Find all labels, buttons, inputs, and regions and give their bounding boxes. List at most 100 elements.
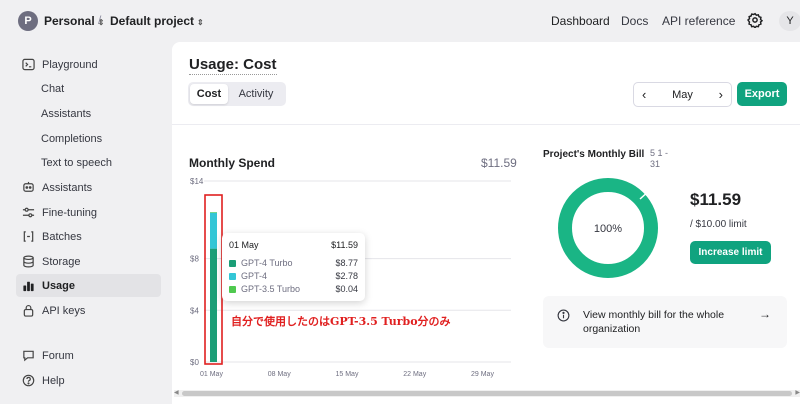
sidebar-item-completions[interactable]: Completions [16,127,161,150]
tooltip-row: GPT-3.5 Turbo $0.04 [229,284,358,294]
sidebar-item-label: API keys [42,304,86,317]
legend-swatch [229,285,236,293]
chevron-left-icon[interactable]: ‹ [642,87,646,102]
x-tick-label: 15 May [336,371,359,378]
month-label: May [672,88,693,101]
sidebar-item-label: Chat [41,82,65,95]
y-tick-label: $14 [190,177,204,186]
scroll-left-icon[interactable]: ◀ [174,389,179,396]
sidebar-item-label: Assistants [42,181,93,194]
sidebar-item-help[interactable]: Help [16,369,161,392]
sidebar-item-usage[interactable]: Usage [16,274,161,297]
monthly-bill-title: Project's Monthly Bill [543,149,645,160]
tab-activity[interactable]: Activity [228,84,284,104]
sidebar-item-playground[interactable]: Playground [16,53,161,76]
horizontal-scrollbar[interactable]: ◀ ▶ [174,390,800,397]
project-name: Default project [110,14,195,28]
arrow-right-icon: → [759,307,771,321]
donut-percent: 100% [594,223,622,235]
scroll-right-icon[interactable]: ▶ [795,389,800,396]
sliders-icon [21,206,35,220]
sidebar-item-chat[interactable]: Chat [16,77,161,100]
workspace-name: Personal [44,14,95,28]
help-circle-icon [21,374,35,388]
sidebar-item-label: Forum [42,349,74,362]
sidebar-item-api-keys[interactable]: API keys [16,299,161,322]
sidebar-item-storage[interactable]: Storage [16,250,161,273]
tooltip-header: 01 May $11.59 [229,240,358,250]
sidebar-item-label: Text to speech [41,156,112,169]
x-tick-label: 08 May [268,371,291,378]
info-icon [557,309,570,322]
tooltip-row-value: $2.78 [335,271,358,281]
sidebar-item-forum[interactable]: Forum [16,344,161,367]
x-tick-label: 01 May [200,371,223,378]
terminal-icon [21,58,35,72]
month-picker: ‹ May › [633,82,732,107]
bar-segment [210,248,217,362]
sidebar-item-assistants[interactable]: Assistants [16,176,161,199]
brackets-icon [21,230,35,244]
x-tick-label: 29 May [471,371,494,378]
gear-icon[interactable] [747,12,763,28]
org-bill-text: View monthly bill for the whole organiza… [583,309,725,335]
tooltip-row-label: GPT-4 Turbo [241,258,293,268]
breadcrumb-separator: / [98,13,102,27]
database-icon [21,255,35,269]
sidebar-item-text-to-speech[interactable]: Text to speech [16,151,161,174]
chevron-updown-icon: ⇕ [197,18,204,27]
sidebar-item-assistants-playground[interactable]: Assistants [16,102,161,125]
tooltip-row-value: $0.04 [335,284,358,294]
page-title: Usage: Cost [189,56,277,75]
robot-icon [21,181,35,195]
tooltip-row: GPT-4 Turbo $8.77 [229,258,358,268]
tooltip-row-label: GPT-4 [241,271,268,281]
export-button[interactable]: Export [737,82,787,106]
lock-icon [21,304,35,318]
increase-limit-button[interactable]: Increase limit [690,241,771,264]
tooltip-date: 01 May [229,240,259,250]
sidebar-item-label: Playground [42,58,98,71]
sidebar: Playground Chat Assistants Completions T… [0,42,172,404]
chat-bubble-icon [21,349,35,363]
bar-segment [210,212,217,249]
bar-segment [210,212,217,213]
scrollbar-thumb[interactable] [182,391,792,396]
chart-bar-icon [21,279,35,293]
chart-tooltip: 01 May $11.59 GPT-4 Turbo $8.77 GPT-4 $2… [222,233,365,301]
sidebar-item-label: Fine-tuning [42,206,98,219]
user-avatar[interactable]: Y [779,11,800,31]
nav-api-reference[interactable]: API reference [662,14,735,28]
sidebar-item-batches[interactable]: Batches [16,225,161,248]
workspace-selector[interactable]: Personal ⇕ [44,14,104,28]
sidebar-item-label: Storage [42,255,81,268]
workspace-avatar[interactable]: P [18,11,38,31]
tooltip-total: $11.59 [331,240,358,250]
legend-swatch [229,272,236,280]
tab-cost[interactable]: Cost [190,84,228,104]
y-tick-label: $4 [190,306,199,315]
tooltip-row-value: $8.77 [335,258,358,268]
nav-dashboard[interactable]: Dashboard [551,14,610,28]
org-bill-link[interactable]: View monthly bill for the whole organiza… [543,296,787,348]
project-selector[interactable]: Default project ⇕ [110,14,204,28]
monthly-bill-amount: $11.59 [690,190,742,209]
monthly-bill-donut: 100% [558,178,658,278]
top-bar: P Personal ⇕ / Default project ⇕ Dashboard… [0,0,800,42]
sidebar-item-label: Completions [41,132,103,145]
nav-docs[interactable]: Docs [621,14,648,28]
divider [172,124,800,125]
sidebar-item-label: Batches [42,230,82,243]
legend-swatch [229,259,236,267]
sidebar-item-label: Help [42,374,65,387]
chevron-right-icon[interactable]: › [719,87,723,102]
monthly-bill-limit: / $10.00 limit [690,219,747,230]
view-tabs: Cost Activity [188,82,286,106]
main-panel: Usage: Cost Cost Activity ‹ May › Export… [172,42,800,404]
monthly-spend-total: $11.59 [481,156,517,170]
tooltip-row-label: GPT-3.5 Turbo [241,284,301,294]
y-tick-label: $8 [190,255,199,264]
sidebar-item-fine-tuning[interactable]: Fine-tuning [16,201,161,224]
monthly-bill-range: 5 1 - 31 [650,148,669,169]
sidebar-item-label: Assistants [41,107,92,120]
